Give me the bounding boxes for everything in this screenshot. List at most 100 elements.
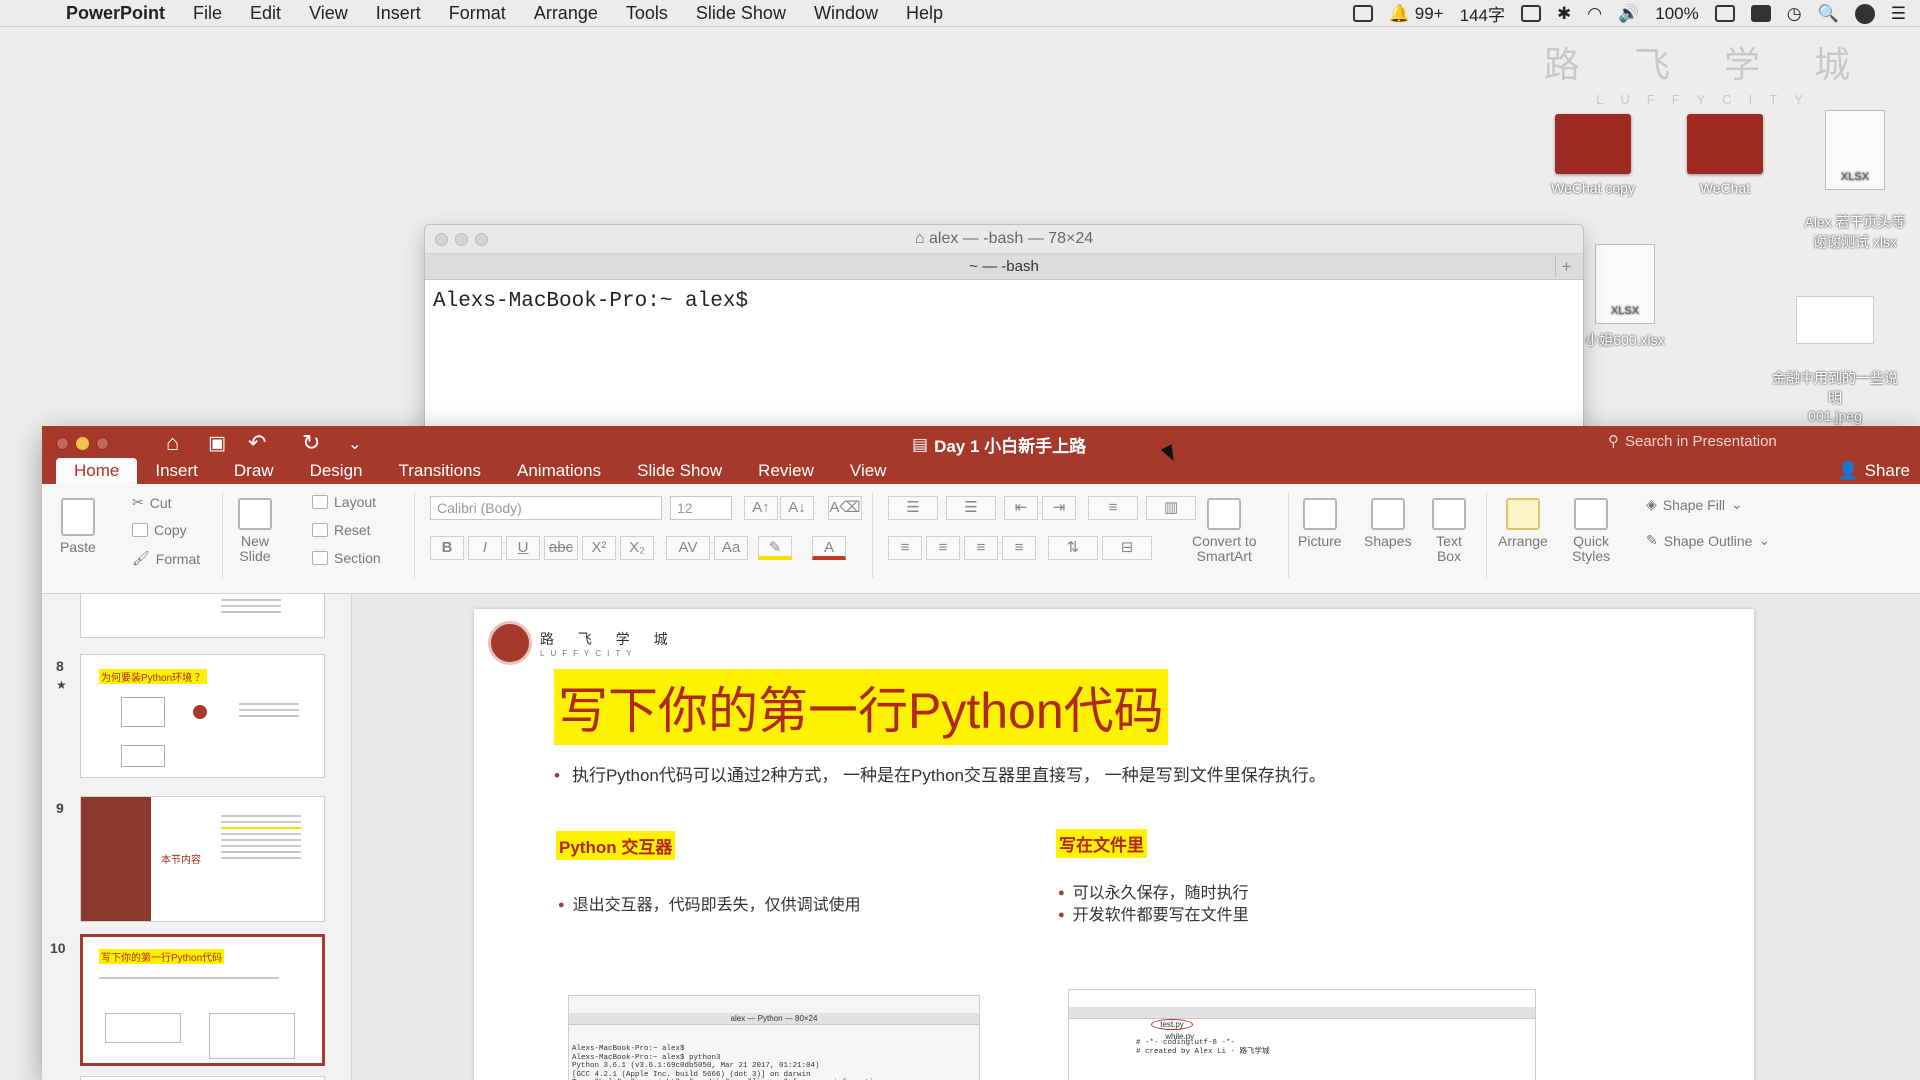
shapes-button[interactable]: Shapes: [1364, 498, 1411, 549]
share-button[interactable]: 👤 Share: [1837, 461, 1910, 481]
file-heading[interactable]: 写在文件里: [1056, 829, 1147, 858]
slide-thumbnail-8[interactable]: 为何要装Python环境 ？: [80, 654, 325, 778]
redo-icon[interactable]: ↻: [302, 430, 320, 456]
interactive-bullet[interactable]: 退出交互器，代码即丢失，仅供调试使用: [558, 891, 861, 915]
menu-window[interactable]: Window: [814, 3, 878, 24]
slide-editor[interactable]: 路 飞 学 城 LUFFYCITY 写下你的第一行Python代码 • 执行Pyt…: [352, 594, 1920, 1080]
minimize-button[interactable]: [455, 233, 468, 246]
editor-screenshot-image[interactable]: test.py while.py # -*- coding:utf-8 -*- …: [1068, 989, 1536, 1080]
minimize-button[interactable]: [76, 437, 89, 450]
slide-thumbnail-10[interactable]: 写下你的第一行Python代码: [80, 934, 325, 1066]
align-left-icon[interactable]: ≡: [888, 536, 922, 560]
format-painter-button[interactable]: 🖌 Format: [132, 550, 200, 567]
reset-button[interactable]: Reset: [312, 522, 371, 538]
terminal-window[interactable]: ⌂ alex — -bash — 78×24 ~ — -bash + Alexs…: [424, 224, 1584, 429]
clock-icon[interactable]: ◷: [1787, 4, 1802, 24]
menu-slide-show[interactable]: Slide Show: [696, 3, 786, 24]
shrink-font-icon[interactable]: A↓: [780, 496, 814, 520]
file-bullet-1[interactable]: 可以永久保存，随时执行: [1058, 879, 1249, 903]
desktop-file-jpeg[interactable]: 金融中用到的一些说明 001.jpeg: [1770, 280, 1900, 440]
menu-format[interactable]: Format: [449, 3, 506, 24]
strikethrough-icon[interactable]: abc: [544, 536, 578, 560]
current-slide[interactable]: 路 飞 学 城 LUFFYCITY 写下你的第一行Python代码 • 执行Pyt…: [474, 609, 1754, 1080]
menu-view[interactable]: View: [309, 3, 348, 24]
justify-icon[interactable]: ≡: [1002, 536, 1036, 560]
terminal-titlebar[interactable]: ⌂ alex — -bash — 78×24: [425, 225, 1583, 253]
zoom-button[interactable]: [475, 233, 488, 246]
increase-indent-icon[interactable]: ⇥: [1042, 496, 1076, 520]
tab-design[interactable]: Design: [292, 458, 381, 484]
wifi-icon[interactable]: ◠: [1587, 4, 1602, 24]
subscript-icon[interactable]: X₂: [620, 536, 654, 560]
tab-review[interactable]: Review: [740, 458, 832, 484]
paste-button[interactable]: Paste: [60, 498, 96, 555]
picture-button[interactable]: Picture: [1298, 498, 1342, 549]
bluetooth-icon[interactable]: ✱: [1557, 4, 1571, 24]
customize-toolbar-icon[interactable]: ⌄: [348, 434, 361, 454]
interactive-heading[interactable]: Python 交互器: [556, 831, 676, 860]
terminal-tab[interactable]: ~ — -bash +: [425, 253, 1583, 280]
tab-draw[interactable]: Draw: [216, 458, 292, 484]
columns-icon[interactable]: ▥: [1146, 496, 1196, 520]
convert-smartart-button[interactable]: Convert to SmartArt: [1192, 498, 1257, 564]
text-direction-icon[interactable]: ⇅: [1048, 536, 1098, 560]
home-icon[interactable]: ⌂: [166, 430, 179, 456]
menu-edit[interactable]: Edit: [250, 3, 281, 24]
font-color-icon[interactable]: A: [812, 536, 846, 560]
underline-icon[interactable]: U: [506, 536, 540, 560]
terminal-output[interactable]: Alexs-MacBook-Pro:~ alex$: [425, 280, 1583, 323]
file-bullet-2[interactable]: 开发软件都要写在文件里: [1058, 901, 1249, 925]
tab-animations[interactable]: Animations: [499, 458, 619, 484]
volume-icon[interactable]: 🔊: [1618, 4, 1639, 24]
word-count[interactable]: 144字: [1460, 1, 1505, 26]
change-case-icon[interactable]: Aa: [714, 536, 748, 560]
battery-icon[interactable]: [1714, 5, 1735, 22]
terminal-screenshot-image[interactable]: alex — Python — 80×24 Alexs-MacBook-Pro:…: [568, 995, 980, 1080]
arrange-button[interactable]: Arrange: [1498, 498, 1548, 549]
bold-icon[interactable]: B: [430, 536, 464, 560]
input-method-icon[interactable]: [1520, 5, 1541, 22]
desktop-folder-wechat[interactable]: WeChat: [1660, 114, 1790, 196]
text-box-button[interactable]: Text Box: [1432, 498, 1466, 564]
font-size-select[interactable]: 12: [670, 496, 732, 520]
menu-file[interactable]: File: [193, 3, 222, 24]
numbering-icon[interactable]: ☰: [946, 496, 996, 520]
close-button[interactable]: [56, 437, 69, 450]
siri-icon[interactable]: [1854, 3, 1875, 24]
bullets-icon[interactable]: ☰: [888, 496, 938, 520]
character-spacing-icon[interactable]: AV: [666, 536, 710, 560]
tab-transitions[interactable]: Transitions: [380, 458, 499, 484]
clear-format-icon[interactable]: A⌫: [828, 496, 862, 520]
shape-fill-button[interactable]: ◈ Shape Fill ⌄: [1646, 496, 1743, 513]
menu-help[interactable]: Help: [906, 3, 943, 24]
zoom-button[interactable]: [96, 437, 109, 450]
slide-bullet[interactable]: • 执行Python代码可以通过2种方式， 一种是在Python交互器里直接写， …: [554, 761, 1326, 786]
tab-view[interactable]: View: [832, 458, 905, 484]
slide-title[interactable]: 写下你的第一行Python代码: [554, 669, 1168, 745]
shape-outline-button[interactable]: ✎ Shape Outline ⌄: [1646, 532, 1770, 549]
app-menu[interactable]: PowerPoint: [66, 3, 165, 24]
align-right-icon[interactable]: ≡: [964, 536, 998, 560]
highlight-icon[interactable]: ✎: [758, 536, 792, 560]
tab-slide-show[interactable]: Slide Show: [619, 458, 740, 484]
line-spacing-icon[interactable]: ≡: [1088, 496, 1138, 520]
font-family-select[interactable]: Calibri (Body): [430, 496, 662, 520]
apple-icon[interactable]: [28, 2, 50, 24]
slide-thumbnail-pane[interactable]: 8 ★ 为何要装Python环境 ？ 9 本节内容 10 写下你的第一行Pyth…: [42, 594, 352, 1080]
search-field[interactable]: ⚲ Search in Presentation: [1608, 432, 1777, 451]
spotlight-icon[interactable]: 🔍: [1818, 4, 1839, 24]
section-button[interactable]: Section: [312, 550, 381, 566]
decrease-indent-icon[interactable]: ⇤: [1004, 496, 1038, 520]
cut-button[interactable]: ✂ Cut: [132, 494, 172, 511]
slide-thumbnail-11[interactable]: [80, 1076, 325, 1080]
notification-icon[interactable]: 🔔 99+: [1389, 4, 1444, 24]
menu-insert[interactable]: Insert: [376, 3, 421, 24]
grow-font-icon[interactable]: A↑: [744, 496, 778, 520]
close-button[interactable]: [435, 233, 448, 246]
slide-thumbnail-7[interactable]: [80, 594, 325, 638]
menu-arrange[interactable]: Arrange: [534, 3, 598, 24]
layout-button[interactable]: Layout: [312, 494, 376, 510]
notification-center-icon[interactable]: ☰: [1891, 4, 1906, 24]
new-tab-button[interactable]: +: [1555, 257, 1577, 277]
italic-icon[interactable]: I: [468, 536, 502, 560]
